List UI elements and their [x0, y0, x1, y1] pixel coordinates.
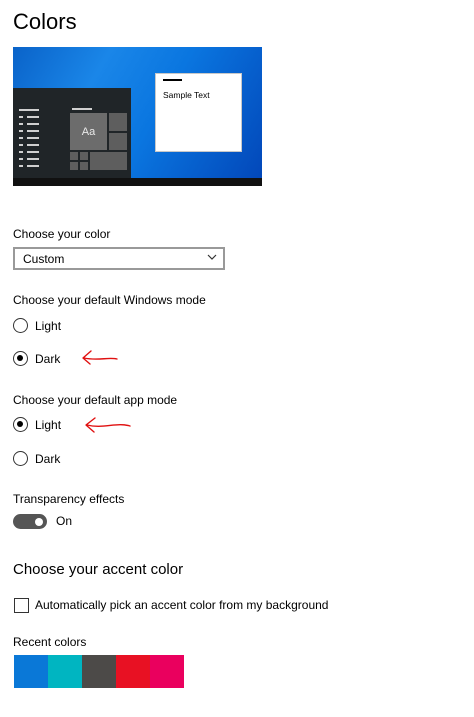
preview-sample-text: Sample Text [163, 90, 210, 100]
radio-label: Dark [35, 351, 61, 366]
preview-tile [90, 152, 127, 170]
preview-tile-aa: Aa [70, 113, 107, 150]
radio-button-checked[interactable] [13, 351, 28, 366]
windows-mode-label: Choose your default Windows mode [13, 293, 206, 307]
windows-mode-dark-option[interactable]: Dark [13, 351, 60, 366]
auto-pick-accent-checkbox[interactable] [14, 598, 29, 613]
radio-label: Light [35, 417, 62, 432]
preview-tile [109, 133, 127, 150]
transparency-toggle[interactable] [13, 514, 47, 529]
preview-tile [80, 162, 88, 170]
recent-color-swatch[interactable] [150, 655, 184, 688]
preview-tile [80, 152, 88, 160]
radio-button-checked[interactable] [13, 417, 28, 432]
transparency-state: On [56, 514, 73, 528]
choose-color-value: Custom [23, 252, 65, 266]
app-mode-dark-option[interactable]: Dark [13, 451, 60, 466]
preview-window-titlebar [163, 79, 182, 81]
recent-color-swatch[interactable] [116, 655, 150, 688]
preview-start-list [19, 109, 39, 172]
choose-color-label: Choose your color [13, 227, 111, 241]
preview-tile-label: Aa [81, 125, 96, 138]
annotation-arrow-icon [82, 350, 118, 365]
preview-tile [70, 162, 78, 170]
app-mode-light-option[interactable]: Light [13, 417, 61, 432]
preview-tile [109, 113, 127, 131]
toggle-knob [35, 517, 43, 526]
page-title: Colors [13, 9, 77, 34]
preview-taskbar [13, 178, 262, 186]
choose-color-dropdown[interactable]: Custom [13, 247, 225, 270]
recent-colors-label: Recent colors [13, 635, 87, 649]
recent-color-swatch[interactable] [14, 655, 48, 688]
recent-color-swatch[interactable] [82, 655, 116, 688]
preview-tile [70, 152, 78, 160]
radio-button[interactable] [13, 318, 28, 333]
app-mode-label: Choose your default app mode [13, 393, 178, 407]
auto-pick-accent-label: Automatically pick an accent color from … [35, 598, 329, 612]
radio-label: Light [35, 318, 62, 333]
transparency-label: Transparency effects [13, 492, 125, 506]
radio-button[interactable] [13, 451, 28, 466]
recent-colors-list [14, 655, 184, 688]
annotation-arrow-icon [85, 417, 131, 433]
recent-color-swatch[interactable] [48, 655, 82, 688]
windows-mode-light-option[interactable]: Light [13, 318, 61, 333]
theme-preview: Aa Sample Text [13, 47, 262, 186]
accent-color-heading: Choose your accent color [13, 561, 184, 578]
preview-sample-window: Sample Text [155, 73, 242, 152]
chevron-down-icon [207, 254, 217, 260]
radio-label: Dark [35, 451, 61, 466]
preview-tile-header [72, 108, 92, 110]
